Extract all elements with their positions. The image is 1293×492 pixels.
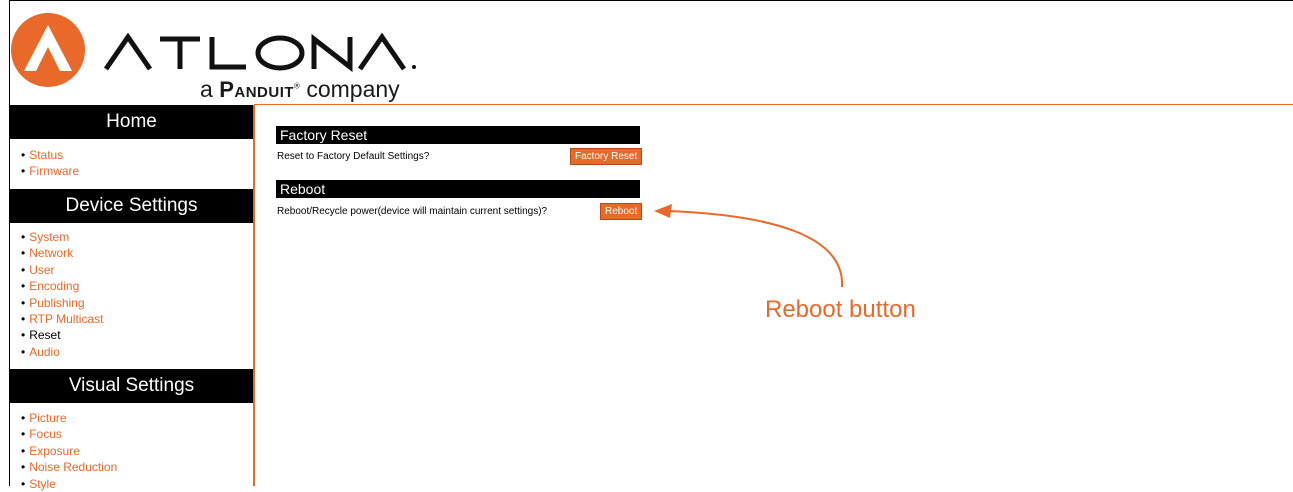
reboot-label: Reboot/Recycle power(device will maintai… <box>277 206 548 217</box>
sidebar-link-publishing[interactable]: Publishing <box>29 296 84 310</box>
sidebar-item-encoding[interactable]: • Encoding <box>10 278 253 294</box>
sidebar-link-user[interactable]: User <box>29 263 54 277</box>
factory-reset-button[interactable]: Factory Reset <box>570 148 643 165</box>
sidebar-link-reset[interactable]: Reset <box>29 328 60 342</box>
sidebar-link-style[interactable]: Style <box>29 477 56 491</box>
atlona-logo[interactable]: a Panduit® company <box>10 11 430 103</box>
page-header: a Panduit® company <box>10 1 1293 105</box>
tagline-brand: Panduit <box>219 77 295 102</box>
sidebar-item-publishing[interactable]: • Publishing <box>10 295 253 311</box>
sidebar-link-system[interactable]: System <box>29 230 69 244</box>
nav-heading-home: Home <box>10 105 253 139</box>
atlona-wordmark <box>104 33 416 73</box>
nav-list-home: • Status • Firmware <box>10 147 253 180</box>
atlona-logo-icon <box>11 13 85 87</box>
callout-label: Reboot button <box>765 296 916 323</box>
sidebar-link-encoding[interactable]: Encoding <box>29 279 79 293</box>
sidebar-item-focus[interactable]: • Focus <box>10 426 253 442</box>
header-divider <box>254 104 1293 105</box>
sidebar-link-exposure[interactable]: Exposure <box>29 444 80 458</box>
sidebar-link-network[interactable]: Network <box>29 246 73 260</box>
sidebar-item-network[interactable]: • Network <box>10 245 253 261</box>
nav-heading-visual-settings: Visual Settings <box>10 369 253 403</box>
sidebar-item-reset[interactable]: • Reset <box>10 327 253 343</box>
sidebar-link-picture[interactable]: Picture <box>29 411 66 425</box>
factory-reset-heading: Factory Reset <box>276 126 640 144</box>
sidebar-link-status[interactable]: Status <box>29 148 63 162</box>
sidebar-link-rtp-multicast[interactable]: RTP Multicast <box>29 312 103 326</box>
sidebar-divider <box>253 105 255 486</box>
reboot-heading: Reboot <box>276 180 640 198</box>
sidebar-item-exposure[interactable]: • Exposure <box>10 443 253 459</box>
sidebar-link-focus[interactable]: Focus <box>29 427 62 441</box>
tagline-suffix: company <box>306 76 400 102</box>
logo-tagline: a Panduit® company <box>200 76 400 102</box>
nav-list-device-settings: • System • Network • User • Encoding • Publis… <box>10 229 253 360</box>
sidebar-item-status[interactable]: • Status <box>10 147 253 163</box>
sidebar-item-picture[interactable]: • Picture <box>10 410 253 426</box>
sidebar-item-style[interactable]: • Style <box>10 476 253 492</box>
sidebar-link-noise-reduction[interactable]: Noise Reduction <box>29 460 117 474</box>
sidebar-link-audio[interactable]: Audio <box>29 345 60 359</box>
sidebar-item-noise-reduction[interactable]: • Noise Reduction <box>10 459 253 475</box>
factory-reset-label: Reset to Factory Default Settings? <box>277 151 430 162</box>
sidebar-nav: Home • Status • Firmware Device Settings •… <box>10 105 253 491</box>
callout-arrow <box>654 204 844 288</box>
nav-heading-device-settings: Device Settings <box>10 189 253 223</box>
sidebar-link-firmware[interactable]: Firmware <box>29 164 79 178</box>
sidebar-item-audio[interactable]: • Audio <box>10 344 253 360</box>
sidebar-item-rtp-multicast[interactable]: • RTP Multicast <box>10 311 253 327</box>
sidebar-item-system[interactable]: • System <box>10 229 253 245</box>
nav-list-visual-settings: • Picture • Focus • Exposure • Noise Reducti… <box>10 410 253 492</box>
reboot-button[interactable]: Reboot <box>600 203 643 220</box>
tagline-prefix: a <box>200 76 213 102</box>
sidebar-item-firmware[interactable]: • Firmware <box>10 163 253 179</box>
sidebar-item-user[interactable]: • User <box>10 262 253 278</box>
